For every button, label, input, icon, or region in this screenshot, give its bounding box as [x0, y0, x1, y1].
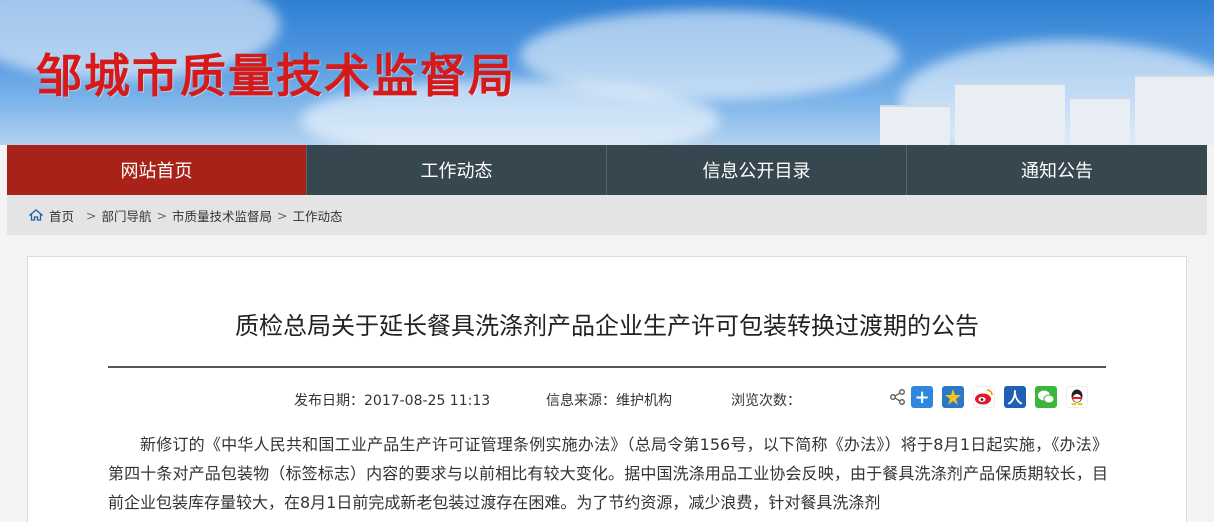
- article-body: 新修订的《中华人民共和国工业产品生产许可证管理条例实施办法》（总局令第156号，…: [108, 435, 1108, 512]
- qq-icon[interactable]: [1066, 386, 1088, 408]
- breadcrumb-separator: >: [86, 207, 97, 223]
- main-nav: 网站首页 工作动态 信息公开目录 通知公告: [7, 145, 1207, 195]
- site-title: 邹城市质量技术监督局: [36, 49, 516, 103]
- nav-item-notices[interactable]: 通知公告: [907, 145, 1207, 195]
- publish-date-label: 发布日期：: [294, 393, 364, 409]
- article-title: 质检总局关于延长餐具洗涤剂产品企业生产许可包装转换过渡期的公告: [235, 312, 979, 340]
- publish-date: 发布日期：2017-08-25 11:13: [294, 390, 490, 410]
- building-decoration: [955, 83, 1065, 145]
- nav-item-home[interactable]: 网站首页: [7, 145, 307, 195]
- building-decoration: [1070, 97, 1130, 145]
- weibo-icon[interactable]: [973, 386, 995, 408]
- building-decoration: [880, 105, 950, 145]
- title-divider: [108, 366, 1106, 368]
- info-source-label: 信息来源：: [546, 393, 616, 409]
- share-icon[interactable]: [889, 388, 907, 406]
- header-banner: 邹城市质量技术监督局: [0, 0, 1214, 145]
- breadcrumb: 首页 > 部门导航 > 市质量技术监督局 > 工作动态: [7, 195, 1207, 235]
- share-bar: + 人: [889, 386, 1097, 408]
- breadcrumb-link-dept-nav[interactable]: 部门导航: [102, 206, 152, 225]
- info-source-value: 维护机构: [616, 393, 672, 409]
- home-icon: [29, 209, 43, 221]
- info-source: 信息来源：维护机构: [546, 390, 672, 410]
- breadcrumb-home-link[interactable]: 首页: [49, 206, 74, 225]
- publish-date-value: 2017-08-25 11:13: [364, 393, 491, 409]
- nav-item-info-disclosure[interactable]: 信息公开目录: [607, 145, 907, 195]
- wechat-icon[interactable]: [1035, 386, 1057, 408]
- breadcrumb-link-work-news[interactable]: 工作动态: [293, 206, 343, 225]
- breadcrumb-link-bureau[interactable]: 市质量技术监督局: [172, 206, 272, 225]
- breadcrumb-separator: >: [156, 207, 167, 223]
- view-count-label: 浏览次数：: [731, 393, 801, 409]
- plus-share-icon[interactable]: +: [911, 386, 933, 408]
- renren-icon[interactable]: 人: [1004, 386, 1026, 408]
- qzone-icon[interactable]: [942, 386, 964, 408]
- building-decoration: [1135, 75, 1214, 145]
- breadcrumb-separator: >: [277, 207, 288, 223]
- nav-item-work-news[interactable]: 工作动态: [307, 145, 607, 195]
- view-count: 浏览次数：: [731, 390, 801, 410]
